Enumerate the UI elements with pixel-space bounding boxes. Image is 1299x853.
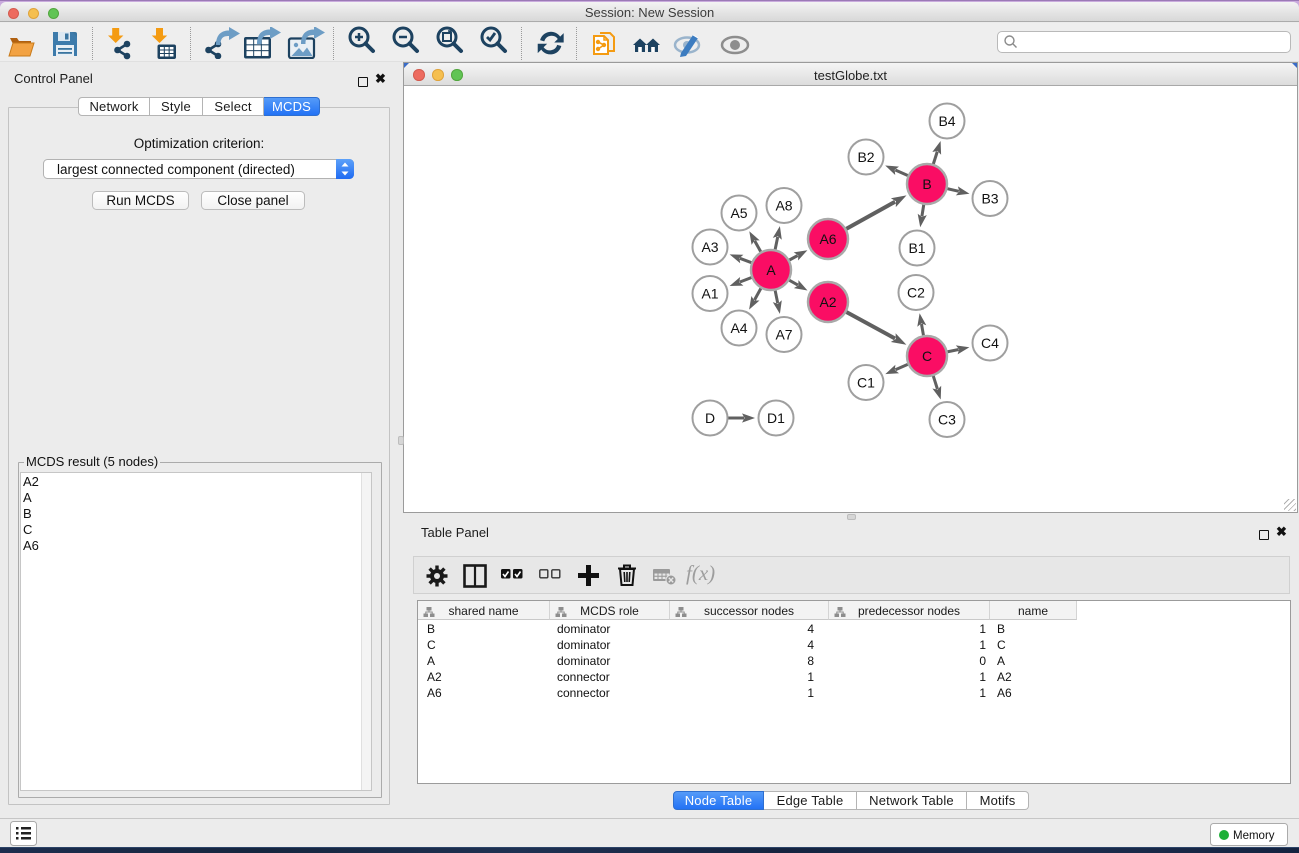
svg-text:C3: C3	[938, 412, 956, 428]
svg-text:A: A	[766, 262, 776, 278]
svg-text:B: B	[922, 176, 931, 192]
svg-text:B2: B2	[857, 149, 874, 165]
svg-text:C4: C4	[981, 335, 999, 351]
svg-text:B3: B3	[981, 191, 998, 207]
svg-text:A8: A8	[775, 198, 792, 214]
svg-text:C1: C1	[857, 375, 875, 391]
svg-text:B4: B4	[938, 113, 955, 129]
svg-text:A1: A1	[701, 286, 718, 302]
svg-text:A4: A4	[730, 320, 747, 336]
svg-text:D1: D1	[767, 410, 785, 426]
svg-text:D: D	[705, 410, 715, 426]
svg-text:A7: A7	[775, 327, 792, 343]
svg-text:A5: A5	[730, 205, 747, 221]
svg-text:C2: C2	[907, 285, 925, 301]
svg-text:B1: B1	[908, 240, 925, 256]
svg-text:A2: A2	[819, 294, 836, 310]
svg-text:A6: A6	[819, 231, 836, 247]
svg-text:C: C	[922, 348, 932, 364]
svg-text:A3: A3	[701, 239, 718, 255]
